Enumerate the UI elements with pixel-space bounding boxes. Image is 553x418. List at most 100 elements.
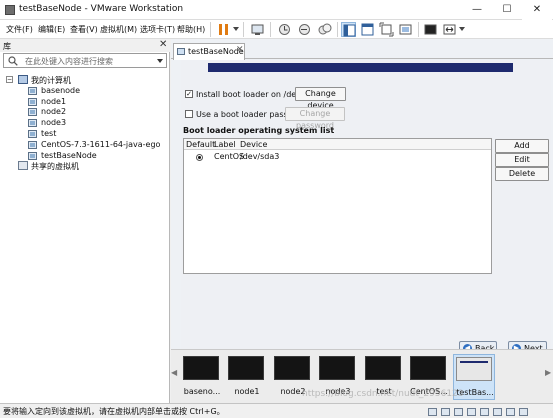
installer-header-bar <box>208 63 513 72</box>
library-header: 库 ✕ <box>0 39 170 52</box>
vm-label: basenode <box>41 86 81 95</box>
pause-dropdown-icon[interactable] <box>233 27 239 31</box>
vm-label: test <box>41 129 57 138</box>
menu-help[interactable]: 帮助(H) <box>177 24 205 35</box>
delete-button[interactable]: Delete <box>495 167 549 181</box>
pause-icon[interactable] <box>216 22 231 37</box>
vm-label: CentOS-7.3-1611-64-java-ego <box>41 140 161 149</box>
toolbar-separator <box>418 22 419 37</box>
vm-icon <box>28 108 37 116</box>
vm-icon <box>28 141 37 149</box>
send-keys-icon[interactable] <box>250 22 265 37</box>
toolbar-separator <box>210 22 211 37</box>
unity-icon[interactable] <box>398 22 413 37</box>
menu-vm[interactable]: 虚拟机(M) <box>100 24 137 35</box>
printer-icon[interactable] <box>493 408 502 416</box>
vm-tab-icon <box>177 48 185 55</box>
vm-icon <box>28 87 37 95</box>
tab-close-icon[interactable]: ✕ <box>236 45 244 55</box>
network-adapter-icon[interactable] <box>454 408 463 416</box>
tree-collapse-icon[interactable]: − <box>6 76 13 83</box>
console-only-icon[interactable] <box>423 22 438 37</box>
menu-view[interactable]: 查看(V) <box>70 24 98 35</box>
thumbnail-screen <box>456 357 492 381</box>
library-close-icon[interactable]: ✕ <box>159 39 167 50</box>
tree-vm-test[interactable]: test <box>28 129 168 140</box>
stretch-icon[interactable] <box>442 22 457 37</box>
thumb-scroll-left-icon[interactable]: ◀ <box>171 368 177 378</box>
computer-icon <box>18 75 28 84</box>
vm-console[interactable]: ✓ Install boot loader on /dev/sda. Chang… <box>181 60 551 362</box>
menu-bar: 文件(F) 编辑(E) 查看(V) 虚拟机(M) 选项卡(T) 帮助(H) <box>0 20 553 39</box>
minimize-button[interactable]: — <box>462 0 492 20</box>
tab-bar: testBaseNode ✕ <box>171 41 553 60</box>
thumbnail-label: baseno... <box>183 387 221 396</box>
menu-file[interactable]: 文件(F) <box>6 24 33 35</box>
sound-card-icon[interactable] <box>480 408 489 416</box>
vm-icon <box>28 130 37 138</box>
full-screen-icon[interactable] <box>379 22 394 37</box>
bootloader-password-checkbox[interactable] <box>185 110 193 118</box>
display-icon[interactable] <box>506 408 515 416</box>
thumbnail-node1[interactable]: node1 <box>226 354 268 400</box>
change-device-button[interactable]: Change device <box>295 87 346 110</box>
message-log-icon[interactable] <box>519 408 528 416</box>
install-bootloader-checkbox[interactable]: ✓ <box>185 90 193 98</box>
snapshot-revert-icon[interactable] <box>297 22 312 37</box>
toolbar-separator <box>337 22 338 37</box>
vm-icon <box>28 119 37 127</box>
search-placeholder: 在此处键入内容进行搜索 <box>25 57 113 66</box>
vm-icon <box>28 152 37 160</box>
toolbar-separator <box>270 22 271 37</box>
bootloader-list-title: Boot loader operating system list <box>183 126 335 135</box>
hard-disk-icon[interactable] <box>428 408 437 416</box>
menu-tabs[interactable]: 选项卡(T) <box>140 24 175 35</box>
snapshot-take-icon[interactable] <box>277 22 292 37</box>
console-view-icon[interactable] <box>360 22 375 37</box>
window-title: testBaseNode - VMware Workstation <box>19 4 184 14</box>
thumbnail-screen <box>365 356 401 380</box>
tree-vm-node2[interactable]: node2 <box>28 107 168 118</box>
thumbnail-screen <box>410 356 446 380</box>
vm-label: node1 <box>41 97 67 106</box>
add-button[interactable]: Add <box>495 139 549 153</box>
bootloader-os-table[interactable]: Default Label Device CentOS /dev/sda3 <box>183 138 492 274</box>
default-radio[interactable] <box>196 154 203 161</box>
tab-testbasenode[interactable]: testBaseNode ✕ <box>173 43 245 60</box>
vm-workspace: testBaseNode ✕ ✓ Install boot loader on … <box>171 39 553 403</box>
cd-drive-icon[interactable] <box>441 408 450 416</box>
shared-vms-label: 共享的虚拟机 <box>31 162 79 171</box>
edit-button[interactable]: Edit <box>495 153 549 167</box>
library-search-input[interactable]: 在此处键入内容进行搜索 <box>3 53 167 68</box>
thumb-scroll-right-icon[interactable]: ▶ <box>545 368 551 378</box>
search-icon <box>8 56 18 66</box>
thumbnail-screen <box>228 356 264 380</box>
stretch-dropdown-icon[interactable] <box>459 27 465 31</box>
maximize-button[interactable]: ☐ <box>492 0 522 20</box>
status-bar: 要将输入定向到该虚拟机，请在虚拟机内部单击或按 Ctrl+G。 <box>0 403 553 418</box>
vmware-app-icon <box>5 5 15 15</box>
menu-edit[interactable]: 编辑(E) <box>38 24 65 35</box>
library-panel: 库 ✕ 在此处键入内容进行搜索 − 我的计算机 basenode node1 n… <box>0 39 170 403</box>
tree-vm-node3[interactable]: node3 <box>28 118 168 129</box>
tree-vm-centos[interactable]: CentOS-7.3-1611-64-java-ego <box>28 140 168 151</box>
library-title: 库 <box>3 42 11 51</box>
thumbnail-label: node1 <box>234 387 260 396</box>
shared-vms-icon <box>18 161 28 170</box>
column-device: Device <box>240 140 268 149</box>
snapshot-manager-icon[interactable] <box>317 22 332 37</box>
usb-controller-icon[interactable] <box>467 408 476 416</box>
tree-root-my-computer[interactable]: 我的计算机 <box>18 75 168 86</box>
search-dropdown-icon[interactable] <box>157 59 163 63</box>
vm-icon <box>28 98 37 106</box>
watermark-text: https://blog.csdn.net/nudt_2956123 <box>302 389 464 399</box>
tree-vm-basenode[interactable]: basenode <box>28 86 168 97</box>
table-header: Default Label Device <box>184 139 491 150</box>
library-view-icon[interactable] <box>341 22 356 37</box>
thumbnail-basenode[interactable]: baseno... <box>181 354 223 400</box>
close-button[interactable]: ✕ <box>522 0 552 20</box>
column-label: Label <box>214 140 236 149</box>
title-bar: testBaseNode - VMware Workstation — ☐ ✕ <box>0 0 553 20</box>
tree-shared-vms[interactable]: 共享的虚拟机 <box>18 161 168 172</box>
column-default: Default <box>186 140 216 149</box>
